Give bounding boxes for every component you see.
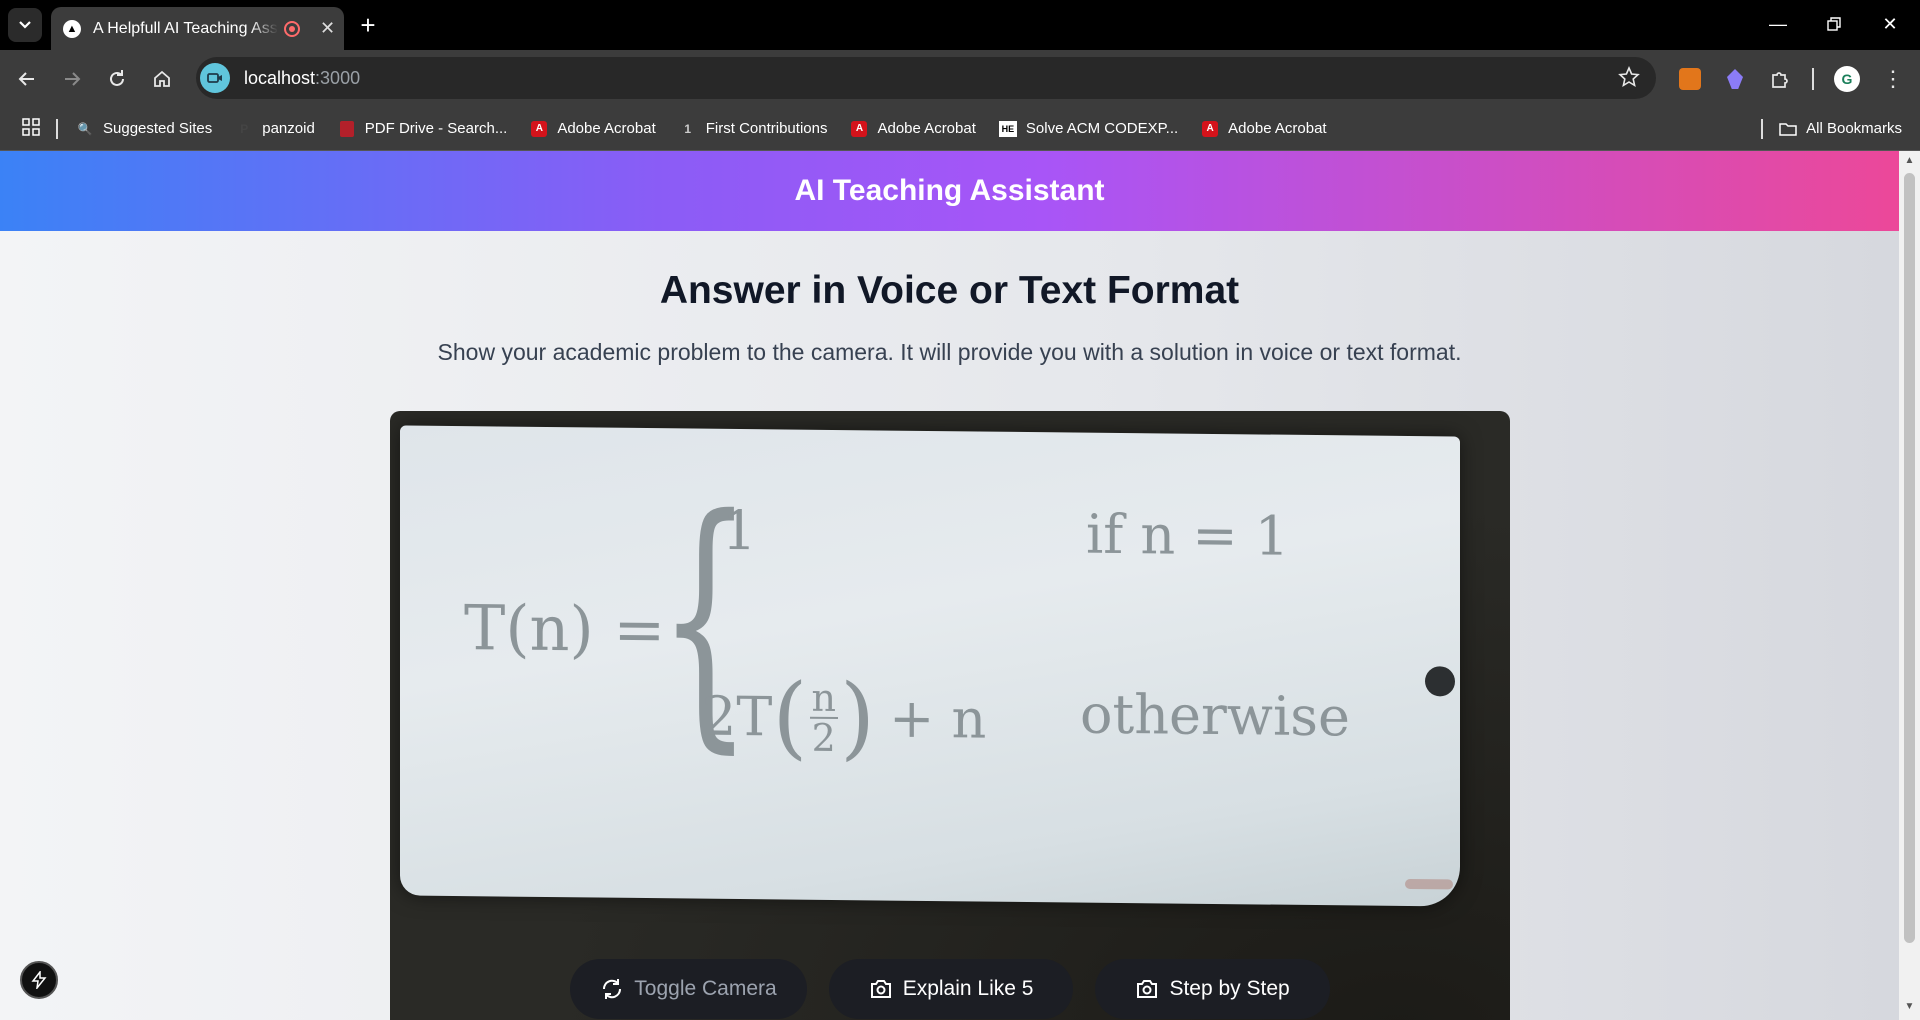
equation-case2-value: 2T ( n 2 ) + n xyxy=(702,664,987,771)
acrobat-icon: A xyxy=(1201,120,1219,138)
scroll-up-arrow-icon[interactable]: ▲ xyxy=(1903,155,1916,166)
page-subtitle: Show your academic problem to the camera… xyxy=(437,339,1462,365)
profile-avatar[interactable]: G xyxy=(1830,62,1864,96)
equation-case1-value: 1 xyxy=(722,498,757,563)
bookmarks-bar: 🔍 Suggested Sites P panzoid PDF Drive - … xyxy=(0,107,1920,151)
phone-sensor-pill xyxy=(1405,878,1453,890)
home-button[interactable] xyxy=(143,60,181,98)
apps-grid-icon[interactable] xyxy=(22,117,40,140)
reload-button[interactable] xyxy=(98,60,136,98)
camera-feed: T(n) = { 1 if n = 1 2T ( n 2 ) + n other… xyxy=(390,411,1510,1020)
camera-icon xyxy=(1137,980,1158,998)
bookmark-star-icon[interactable] xyxy=(1618,65,1640,93)
forward-button[interactable] xyxy=(53,60,91,98)
page-viewport: AI Teaching Assistant Answer in Voice or… xyxy=(0,151,1899,1020)
pdf-drive-icon xyxy=(338,120,356,138)
close-window-button[interactable]: ✕ xyxy=(1870,6,1910,42)
bookmark-adobe-acrobat-3[interactable]: A Adobe Acrobat xyxy=(1201,120,1327,138)
panzoid-icon: P xyxy=(240,121,249,136)
metamask-extension-icon[interactable] xyxy=(1673,62,1707,96)
browser-titlebar: ▲ A Helpfull AI Teaching Assistant ✕ + —… xyxy=(0,0,1920,50)
address-bar[interactable]: localhost:3000 xyxy=(196,57,1656,99)
recurrence-equation: T(n) = { 1 if n = 1 2T ( n 2 ) + n other… xyxy=(400,425,1460,906)
camera-controls: Toggle Camera Explain Like 5 Step by Ste… xyxy=(390,959,1510,1019)
bookmarks-divider xyxy=(56,118,58,139)
browser-menu-icon[interactable]: ⋮ xyxy=(1876,62,1910,96)
app-header-title: AI Teaching Assistant xyxy=(794,174,1105,207)
extensions-puzzle-icon[interactable] xyxy=(1763,62,1797,96)
lightning-icon xyxy=(31,971,47,989)
bookmark-adobe-acrobat-2[interactable]: A Adobe Acrobat xyxy=(850,120,976,138)
browser-tab-active[interactable]: ▲ A Helpfull AI Teaching Assistant ✕ xyxy=(51,7,344,50)
equation-case2-condition: otherwise xyxy=(1080,682,1350,749)
bookmark-adobe-acrobat-1[interactable]: A Adobe Acrobat xyxy=(530,120,656,138)
equation-lhs: T(n) = xyxy=(464,591,666,667)
app-header: AI Teaching Assistant xyxy=(0,151,1899,231)
toolbar-divider xyxy=(1812,68,1814,90)
all-bookmarks-folder[interactable]: All Bookmarks xyxy=(1779,120,1902,138)
switch-camera-icon xyxy=(603,979,622,999)
close-tab-icon[interactable]: ✕ xyxy=(320,18,335,39)
camera-site-icon[interactable] xyxy=(200,63,230,93)
restore-button[interactable] xyxy=(1814,6,1854,42)
tab-title: A Helpfull AI Teaching Assistant xyxy=(93,19,278,37)
search-icon: 🔍 xyxy=(77,121,93,136)
home-icon xyxy=(154,70,170,87)
url-text[interactable]: localhost:3000 xyxy=(244,68,360,89)
vercel-triangle-icon: ▲ xyxy=(63,19,81,38)
chevron-down-icon xyxy=(19,21,31,29)
new-tab-button[interactable]: + xyxy=(352,9,384,41)
minimize-button[interactable]: — xyxy=(1758,6,1798,42)
first-contributions-icon: 1 xyxy=(684,121,692,136)
hackerearth-icon: HE xyxy=(998,120,1017,138)
arrow-left-icon xyxy=(18,72,34,86)
folder-icon xyxy=(1779,120,1797,138)
acrobat-icon: A xyxy=(530,120,548,138)
bookmarks-divider-right xyxy=(1761,118,1764,139)
camera-captured-paper: T(n) = { 1 if n = 1 2T ( n 2 ) + n other… xyxy=(400,425,1460,907)
toggle-camera-button[interactable]: Toggle Camera xyxy=(570,959,807,1019)
arrow-right-icon xyxy=(65,72,81,86)
equation-case1-condition: if n = 1 xyxy=(1086,502,1290,568)
extension-crystal-icon[interactable] xyxy=(1718,62,1752,96)
scroll-down-arrow-icon[interactable]: ▼ xyxy=(1903,1001,1916,1012)
acrobat-icon: A xyxy=(850,120,868,138)
browser-toolbar: localhost:3000 G ⋮ xyxy=(0,50,1920,107)
nextjs-devtools-button[interactable] xyxy=(20,961,58,999)
bookmark-suggested-sites[interactable]: 🔍 Suggested Sites xyxy=(76,120,213,138)
equation-fraction: n 2 xyxy=(809,675,838,760)
bookmark-pdf-drive[interactable]: PDF Drive - Search... xyxy=(338,120,507,138)
reload-icon xyxy=(110,70,124,86)
back-button[interactable] xyxy=(8,60,46,98)
step-by-step-button[interactable]: Step by Step xyxy=(1095,959,1330,1019)
bookmark-acm-codexp[interactable]: HE Solve ACM CODEXP... xyxy=(998,120,1178,138)
bookmark-panzoid[interactable]: P panzoid xyxy=(235,120,315,138)
tab-search-button[interactable] xyxy=(8,8,42,42)
camera-icon xyxy=(870,980,891,998)
restore-icon xyxy=(1827,17,1841,31)
page-title: Answer in Voice or Text Format xyxy=(659,269,1240,312)
bookmark-first-contributions[interactable]: 1 First Contributions xyxy=(679,120,827,138)
scrollbar-thumb[interactable] xyxy=(1904,173,1915,943)
phone-camera-dot xyxy=(1425,666,1455,697)
explain-like-5-button[interactable]: Explain Like 5 xyxy=(828,959,1074,1019)
recording-indicator-icon xyxy=(284,20,300,37)
page-scrollbar[interactable]: ▲ ▼ xyxy=(1899,151,1920,1020)
